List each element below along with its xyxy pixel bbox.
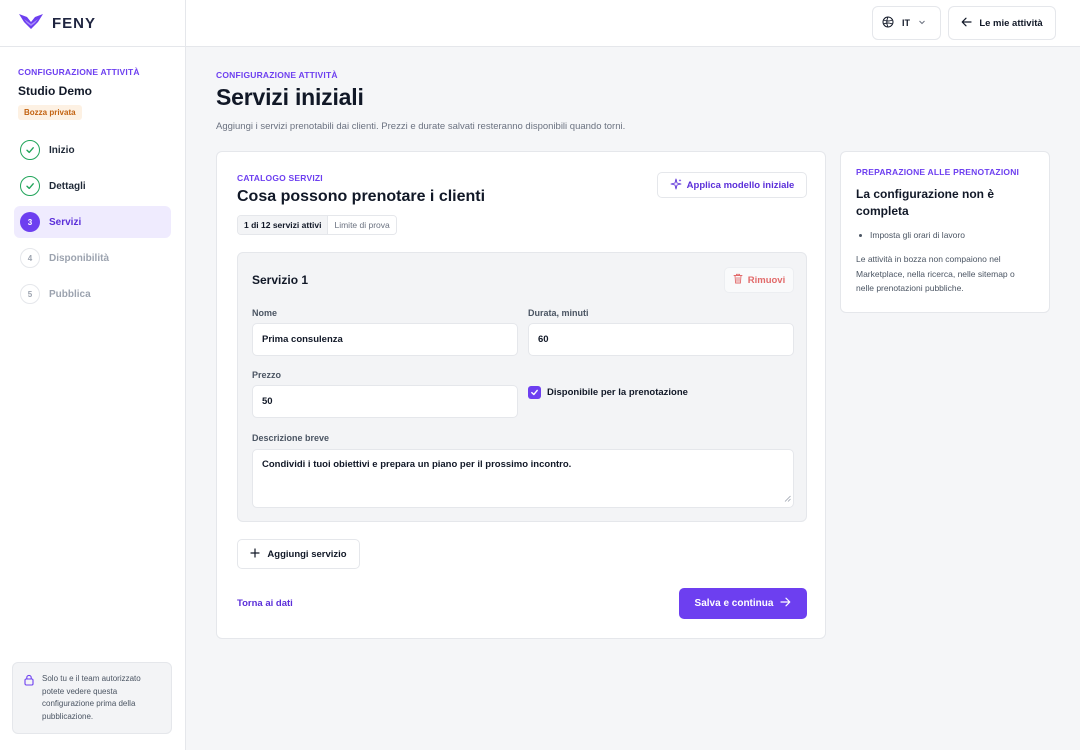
page-subtitle: Aggiungi i servizi prenotabili dai clien…: [216, 121, 626, 132]
name-label: Nome: [252, 308, 278, 318]
step-label: Servizi: [49, 216, 82, 228]
plus-icon: [250, 547, 261, 561]
add-service-button[interactable]: Aggiungi servizio: [237, 539, 360, 569]
step-label: Inizio: [49, 144, 75, 156]
brand[interactable]: FENY: [0, 0, 185, 47]
step-number: 5: [20, 284, 40, 304]
resize-handle-icon[interactable]: [784, 494, 791, 505]
status-badge: Bozza privata: [18, 105, 82, 120]
usage-indicator: 1 di 12 servizi attivi Limite di prova: [237, 215, 397, 235]
step-label: Pubblica: [49, 288, 91, 300]
apply-template-button[interactable]: Applica modello iniziale: [657, 172, 807, 198]
checkbox-checked-icon[interactable]: [528, 386, 541, 399]
service-item: Servizio 1 Rimuovi Nome Prima consulenza…: [237, 252, 807, 522]
remove-service-button[interactable]: Rimuovi: [724, 267, 794, 293]
catalog-eyebrow: CATALOGO SERVIZI: [237, 173, 323, 183]
duration-label: Durata, minuti: [528, 308, 589, 318]
available-label: Disponibile per la prenotazione: [547, 387, 688, 398]
check-icon: [20, 140, 40, 160]
step-disponibilita[interactable]: 4 Disponibilità: [14, 242, 171, 274]
price-input[interactable]: 50: [252, 385, 518, 418]
chevron-down-icon: [918, 18, 926, 28]
usage-count: 1 di 12 servizi attivi: [238, 216, 328, 234]
my-activities-button[interactable]: Le mie attività: [948, 6, 1056, 40]
arrow-left-icon: [961, 17, 972, 30]
lock-icon: [23, 673, 35, 723]
check-icon: [20, 176, 40, 196]
sidebar: FENY CONFIGURAZIONE ATTIVITÀ Studio Demo…: [0, 0, 186, 750]
apply-template-label: Applica modello iniziale: [686, 179, 795, 191]
step-number: 4: [20, 248, 40, 268]
feny-logo-icon: [18, 12, 44, 35]
step-servizi[interactable]: 3 Servizi: [14, 206, 171, 238]
language-selector[interactable]: IT: [872, 6, 941, 40]
price-label: Prezzo: [252, 370, 282, 380]
service-catalog-card: CATALOGO SERVIZI Cosa possono prenotare …: [216, 151, 826, 639]
back-to-details-link[interactable]: Torna ai dati: [237, 598, 293, 609]
remove-service-label: Rimuovi: [747, 274, 786, 286]
booking-readiness-panel: PREPARAZIONE ALLE PRENOTAZIONI La config…: [840, 151, 1050, 313]
service-title: Servizio 1: [252, 273, 309, 287]
privacy-text: Solo tu e il team autorizzato potete ved…: [42, 674, 141, 721]
brand-name: FENY: [52, 14, 97, 32]
description-label: Descrizione breve: [252, 433, 330, 443]
language-code: IT: [902, 18, 910, 28]
list-item: Imposta gli orari di lavoro: [856, 230, 1034, 240]
step-list: Inizio Dettagli 3 Servizi 4 Disponibilit…: [0, 120, 185, 310]
studio-name: Studio Demo: [18, 84, 92, 98]
panel-note: Le attività in bozza non compaiono nel M…: [856, 254, 1015, 293]
available-toggle[interactable]: Disponibile per la prenotazione: [528, 386, 688, 399]
step-label: Disponibilità: [49, 252, 109, 264]
save-and-continue-button[interactable]: Salva e continua: [679, 588, 807, 619]
step-inizio[interactable]: Inizio: [14, 134, 171, 166]
step-pubblica[interactable]: 5 Pubblica: [14, 278, 171, 310]
sidebar-eyebrow: CONFIGURAZIONE ATTIVITÀ: [18, 67, 140, 77]
save-and-continue-label: Salva e continua: [694, 598, 774, 609]
privacy-note: Solo tu e il team autorizzato potete ved…: [12, 662, 172, 734]
add-service-label: Aggiungi servizio: [267, 548, 347, 560]
step-number: 3: [20, 212, 40, 232]
trash-icon: [733, 273, 743, 287]
panel-todo-list: Imposta gli orari di lavoro: [856, 230, 1034, 240]
page-eyebrow: CONFIGURAZIONE ATTIVITÀ: [216, 70, 338, 80]
my-activities-label: Le mie attività: [979, 17, 1043, 29]
panel-title: La configurazione non è completa: [856, 187, 995, 218]
usage-limit: Limite di prova: [327, 216, 396, 234]
panel-eyebrow: PREPARAZIONE ALLE PRENOTAZIONI: [856, 167, 1020, 177]
description-value: Condividi i tuoi obiettivi e prepara un …: [262, 459, 572, 470]
arrow-right-icon: [780, 597, 791, 610]
globe-icon: [882, 16, 894, 30]
catalog-title: Cosa possono prenotare i clienti: [237, 188, 486, 205]
duration-input[interactable]: 60: [528, 323, 794, 356]
description-textarea[interactable]: Condividi i tuoi obiettivi e prepara un …: [252, 449, 794, 508]
step-label: Dettagli: [49, 180, 86, 192]
sparkle-icon: [670, 178, 682, 193]
page-title: Servizi iniziali: [216, 84, 364, 110]
topbar: IT Le mie attività: [186, 0, 1080, 47]
name-input[interactable]: Prima consulenza: [252, 323, 518, 356]
step-dettagli[interactable]: Dettagli: [14, 170, 171, 202]
